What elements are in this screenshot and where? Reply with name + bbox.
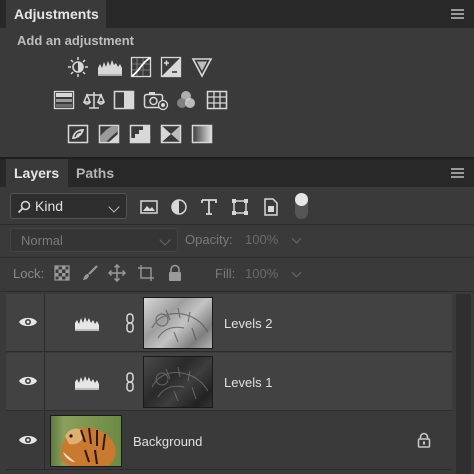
invert-icon[interactable] <box>67 123 89 145</box>
levels-adjustment-icon <box>75 376 99 390</box>
divider <box>0 224 474 225</box>
layer-mask-thumbnail[interactable] <box>143 297 213 349</box>
lock-position-icon[interactable] <box>108 264 126 282</box>
divider <box>0 257 474 258</box>
color-balance-icon[interactable] <box>83 89 105 111</box>
adjustments-panel: Adjustments Add an adjustment <box>0 0 474 157</box>
layer-mask-thumbnail[interactable] <box>143 356 213 408</box>
filter-kind-dropdown[interactable]: Kind <box>10 193 127 219</box>
channel-mixer-icon[interactable] <box>175 89 197 111</box>
layer-row[interactable]: Levels 2 <box>6 294 452 352</box>
chevron-down-icon[interactable] <box>291 233 302 244</box>
levels-adjustment-icon <box>75 317 99 331</box>
filter-toggle-switch[interactable] <box>295 193 308 219</box>
toggle-knob <box>295 193 308 206</box>
gradient-map-icon[interactable] <box>191 123 213 145</box>
black-white-icon[interactable] <box>113 89 135 111</box>
divider <box>0 291 474 292</box>
photo-filter-icon[interactable] <box>143 89 169 111</box>
curves-icon[interactable] <box>130 56 152 78</box>
lock-transparent-pixels-icon[interactable] <box>53 264 71 282</box>
layer-name[interactable]: Background <box>133 434 202 449</box>
chain-link-icon[interactable] <box>125 372 135 392</box>
lock-label: Lock: <box>13 266 45 281</box>
layers-list: Levels 2 Levels 1 Background <box>0 294 474 474</box>
filter-pixel-icon[interactable] <box>139 197 159 217</box>
visibility-column-divider <box>44 294 45 352</box>
layers-scrollbar[interactable] <box>456 294 471 474</box>
tab-adjustments[interactable]: Adjustments <box>6 0 106 28</box>
selective-color-icon[interactable] <box>160 123 182 145</box>
lock-all-icon[interactable] <box>166 264 184 282</box>
add-adjustment-title: Add an adjustment <box>17 33 135 48</box>
panel-menu-icon[interactable] <box>451 168 464 178</box>
threshold-icon[interactable] <box>129 123 151 145</box>
chain-link-icon[interactable] <box>125 313 135 333</box>
layer-name[interactable]: Levels 2 <box>224 316 272 331</box>
lock-artboard-icon[interactable] <box>137 264 155 282</box>
fill-label: Fill: <box>215 266 236 281</box>
levels-icon[interactable] <box>97 56 123 78</box>
filter-type-icon[interactable] <box>199 197 219 217</box>
filter-smart-object-icon[interactable] <box>261 197 281 217</box>
exposure-icon[interactable] <box>160 56 182 78</box>
chevron-down-icon <box>159 234 171 246</box>
fill-value[interactable]: 100% <box>245 266 278 281</box>
filter-adjustment-icon[interactable] <box>169 197 189 217</box>
layers-panel: Layers Paths Kind Normal Opacity: 100% L… <box>0 159 474 474</box>
brightness-contrast-icon[interactable] <box>67 56 89 78</box>
lock-image-pixels-icon[interactable] <box>81 264 99 282</box>
visibility-column-divider <box>44 412 45 470</box>
layer-row[interactable]: Background <box>6 412 452 470</box>
posterize-icon[interactable] <box>98 123 120 145</box>
layer-row[interactable]: Levels 1 <box>6 353 452 411</box>
layers-tabbar: Layers Paths <box>0 159 474 187</box>
eye-icon[interactable] <box>18 374 38 388</box>
opacity-label: Opacity: <box>185 232 233 247</box>
visibility-column-divider <box>44 353 45 411</box>
chevron-down-icon <box>108 201 120 213</box>
filter-shape-icon[interactable] <box>230 197 250 217</box>
layer-name[interactable]: Levels 1 <box>224 375 272 390</box>
lock-icon[interactable] <box>417 432 431 448</box>
panel-menu-icon[interactable] <box>451 9 464 19</box>
color-lookup-icon[interactable] <box>206 89 228 111</box>
search-icon <box>17 200 31 214</box>
eye-icon[interactable] <box>18 315 38 329</box>
filter-kind-label: Kind <box>35 198 64 214</box>
hue-saturation-icon[interactable] <box>53 89 75 111</box>
tab-paths[interactable]: Paths <box>68 159 124 187</box>
blend-mode-label: Normal <box>21 233 63 248</box>
tab-layers[interactable]: Layers <box>6 159 68 187</box>
eye-icon[interactable] <box>18 433 38 447</box>
chevron-down-icon[interactable] <box>291 267 302 278</box>
opacity-value[interactable]: 100% <box>245 232 278 247</box>
vibrance-icon[interactable] <box>191 56 213 78</box>
adjustments-tabbar: Adjustments <box>0 0 474 28</box>
blend-mode-dropdown[interactable]: Normal <box>10 228 178 252</box>
layer-image-thumbnail[interactable] <box>50 415 122 467</box>
